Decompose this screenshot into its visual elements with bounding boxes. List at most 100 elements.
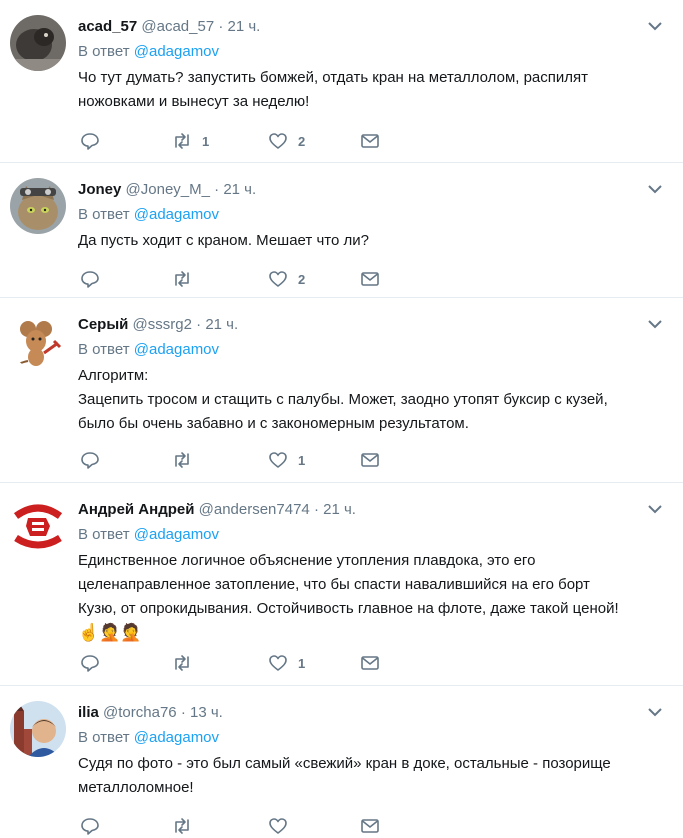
retweet-button[interactable]: [172, 267, 202, 291]
reply-prefix: В ответ: [78, 526, 130, 543]
reply-icon: [81, 133, 99, 150]
display-name[interactable]: Серый: [78, 316, 128, 333]
reply-context: В ответ @adagamov: [78, 42, 219, 62]
like-count: 2: [298, 133, 306, 149]
tweet-header: Серый @sssrg2 · 21 ч.: [78, 315, 238, 335]
reply-context: В ответ @adagamov: [78, 728, 219, 748]
retweet-icon: [175, 271, 189, 287]
reply-button[interactable]: [80, 448, 110, 472]
retweet-icon: [175, 452, 189, 468]
heart-icon: [269, 655, 287, 671]
separator: ·: [180, 704, 186, 721]
separator: ·: [196, 316, 202, 333]
reply-button[interactable]: [80, 267, 110, 291]
chevron-down-icon[interactable]: [647, 183, 663, 195]
reply-button[interactable]: [80, 651, 110, 675]
tweet-header: Joney @Joney_M_ · 21 ч.: [78, 180, 256, 200]
like-button[interactable]: [268, 814, 298, 838]
reply-icon: [81, 271, 99, 288]
tweet[interactable]: Joney @Joney_M_ · 21 ч. В ответ @adagamo…: [0, 163, 683, 298]
reply-mention-link[interactable]: @adagamov: [134, 341, 219, 358]
envelope-icon: [361, 453, 379, 467]
reply-mention-link[interactable]: @adagamov: [134, 729, 219, 746]
separator: ·: [313, 501, 319, 518]
like-button[interactable]: 1: [268, 651, 305, 675]
avatar[interactable]: [10, 15, 66, 71]
reply-prefix: В ответ: [78, 43, 130, 60]
reply-icon: [81, 818, 99, 835]
retweet-button[interactable]: [172, 814, 202, 838]
like-button[interactable]: 2: [268, 129, 305, 153]
username[interactable]: @Joney_M_: [126, 181, 210, 198]
tweet-header: ilia @torcha76 · 13 ч.: [78, 703, 223, 723]
like-button[interactable]: 2: [268, 267, 305, 291]
reply-button[interactable]: [80, 129, 110, 153]
tweet-emojis: ☝🤦🤦: [78, 623, 142, 642]
display-name[interactable]: Андрей Андрей: [78, 501, 194, 518]
timestamp[interactable]: 13 ч.: [190, 704, 223, 721]
display-name[interactable]: acad_57: [78, 18, 137, 35]
avatar[interactable]: [10, 178, 66, 234]
action-bar: 1: [78, 651, 398, 675]
retweet-button[interactable]: 1: [172, 129, 209, 153]
action-bar: 2: [78, 267, 398, 291]
envelope-icon: [361, 819, 379, 833]
avatar[interactable]: [10, 498, 66, 554]
separator: ·: [214, 181, 220, 198]
retweet-count: 1: [202, 133, 210, 149]
separator: ·: [218, 18, 224, 35]
tweet-text: Судя по фото - это был самый «свежий» кр…: [78, 755, 611, 796]
chevron-down-icon[interactable]: [647, 706, 663, 718]
tweet-text: Чо тут думать? запустить бомжей, отдать …: [78, 69, 589, 110]
chevron-down-icon[interactable]: [647, 20, 663, 32]
timestamp[interactable]: 21 ч.: [223, 181, 256, 198]
message-button[interactable]: [360, 448, 380, 472]
reply-button[interactable]: [80, 814, 110, 838]
retweet-button[interactable]: [172, 448, 202, 472]
timestamp[interactable]: 21 ч.: [205, 316, 238, 333]
retweet-icon: [175, 133, 189, 149]
username[interactable]: @andersen7474: [199, 501, 310, 518]
reply-mention-link[interactable]: @adagamov: [134, 43, 219, 60]
reply-mention-link[interactable]: @adagamov: [134, 206, 219, 223]
heart-icon: [269, 818, 287, 834]
action-bar: 1 2: [78, 129, 398, 153]
timestamp[interactable]: 21 ч.: [323, 501, 356, 518]
chevron-down-icon[interactable]: [647, 503, 663, 515]
tweet-text: Единственное логичное объяснение утоплен…: [78, 552, 619, 617]
heart-icon: [269, 271, 287, 287]
tweet[interactable]: ilia @torcha76 · 13 ч. В ответ @adagamov…: [0, 686, 683, 835]
username[interactable]: @acad_57: [141, 18, 214, 35]
avatar[interactable]: [10, 313, 66, 369]
reply-prefix: В ответ: [78, 206, 130, 223]
username[interactable]: @torcha76: [103, 704, 177, 721]
reply-context: В ответ @adagamov: [78, 525, 219, 545]
avatar[interactable]: [10, 701, 66, 757]
chevron-down-icon[interactable]: [647, 318, 663, 330]
message-button[interactable]: [360, 129, 380, 153]
username[interactable]: @sssrg2: [133, 316, 192, 333]
tweet[interactable]: Серый @sssrg2 · 21 ч. В ответ @adagamov …: [0, 298, 683, 483]
display-name[interactable]: Joney: [78, 181, 121, 198]
message-button[interactable]: [360, 267, 380, 291]
timestamp[interactable]: 21 ч.: [228, 18, 261, 35]
message-button[interactable]: [360, 814, 380, 838]
message-button[interactable]: [360, 651, 380, 675]
tweet-header: Андрей Андрей @andersen7474 · 21 ч.: [78, 500, 356, 520]
display-name[interactable]: ilia: [78, 704, 99, 721]
action-bar: 1: [78, 448, 398, 472]
reply-prefix: В ответ: [78, 341, 130, 358]
reply-prefix: В ответ: [78, 729, 130, 746]
like-button[interactable]: 1: [268, 448, 305, 472]
like-count: 2: [298, 271, 306, 287]
tweet-header: acad_57 @acad_57 · 21 ч.: [78, 17, 260, 37]
reply-mention-link[interactable]: @adagamov: [134, 526, 219, 543]
reply-icon: [81, 655, 99, 672]
tweet[interactable]: Андрей Андрей @andersen7474 · 21 ч. В от…: [0, 483, 683, 686]
tweet[interactable]: acad_57 @acad_57 · 21 ч. В ответ @adagam…: [0, 0, 683, 163]
action-bar: [78, 814, 398, 838]
reply-icon: [81, 452, 99, 469]
retweet-button[interactable]: [172, 651, 202, 675]
retweet-icon: [175, 655, 189, 671]
heart-icon: [269, 133, 287, 149]
